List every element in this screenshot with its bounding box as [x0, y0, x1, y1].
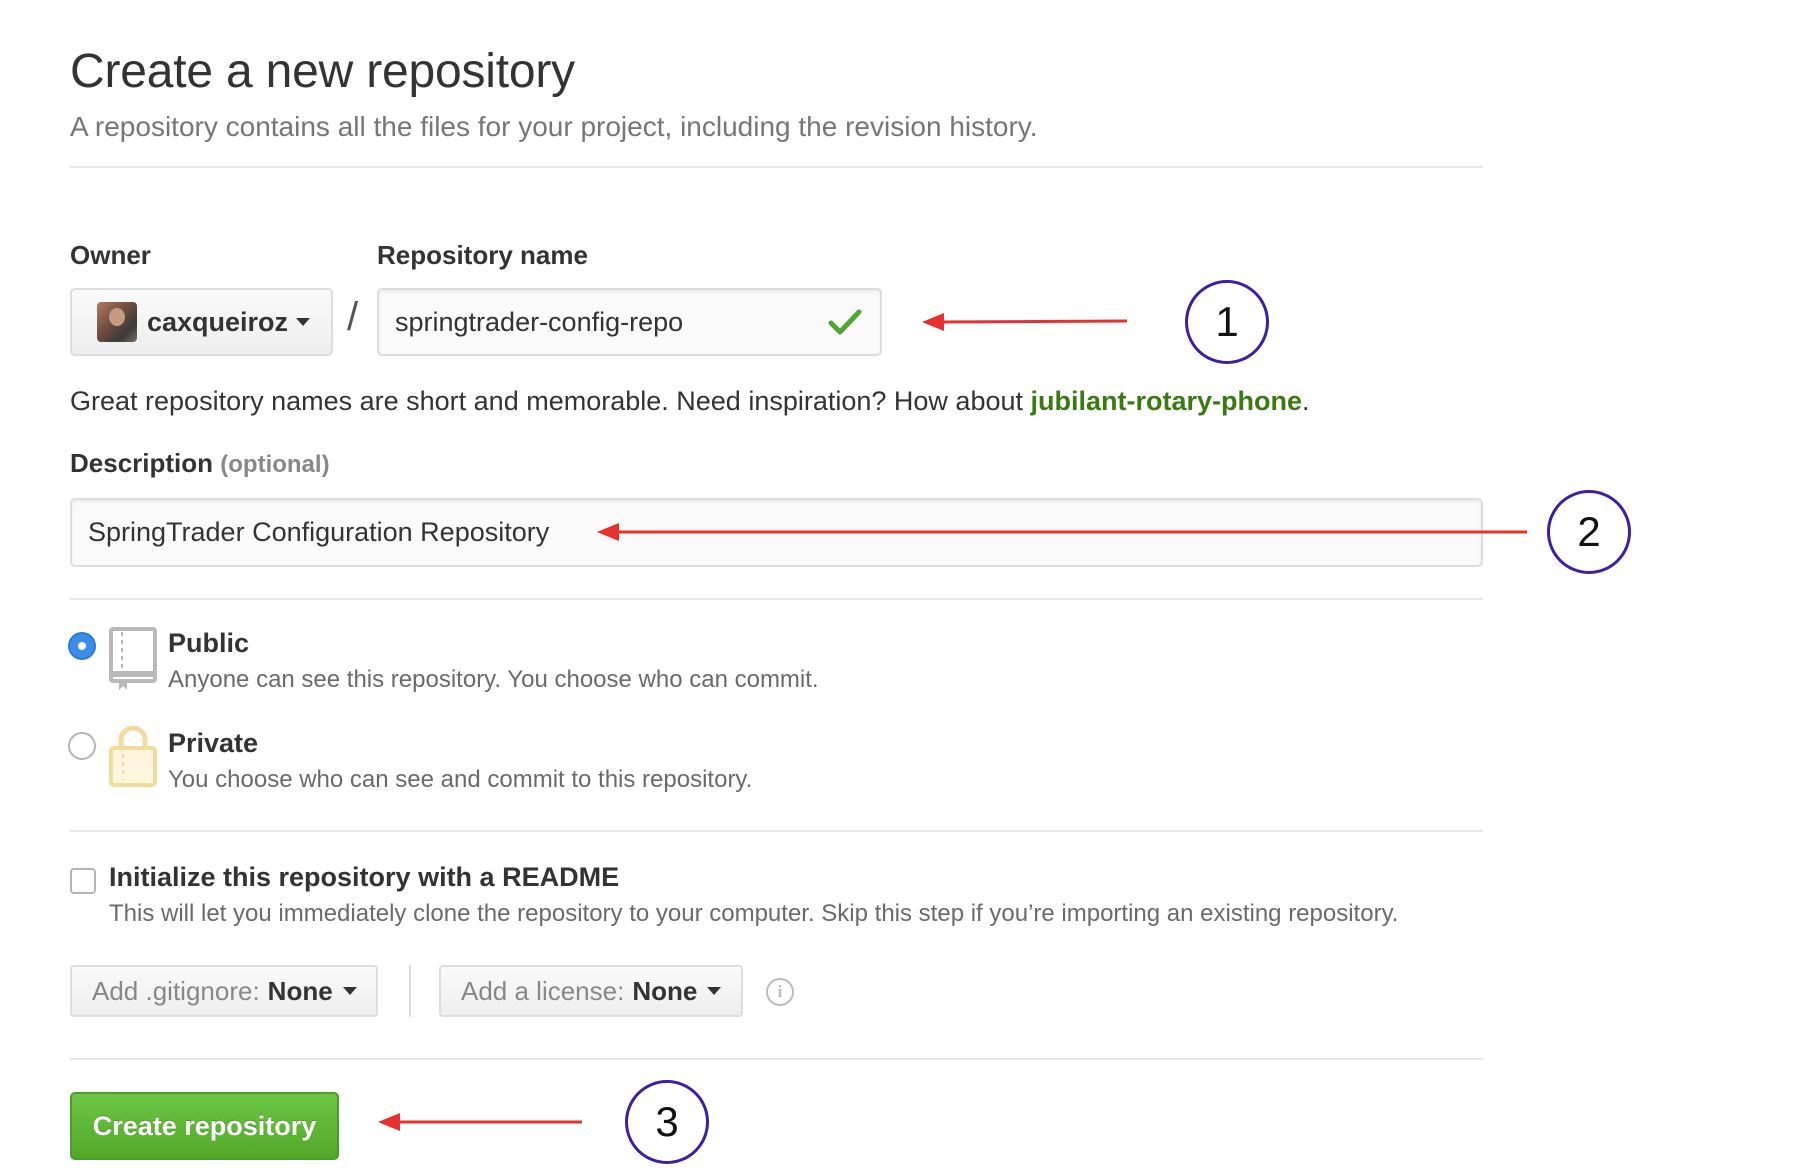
annotation-marker-1: 1 — [1185, 280, 1269, 364]
annotation-marker-3: 3 — [625, 1080, 709, 1164]
annotation-marker-2: 2 — [1547, 490, 1631, 574]
annotation-arrow-2 — [597, 523, 1527, 541]
annotation-arrow-1 — [922, 313, 1128, 331]
annotation-arrows — [378, 313, 1527, 1131]
annotation-arrow-3 — [378, 1113, 582, 1131]
